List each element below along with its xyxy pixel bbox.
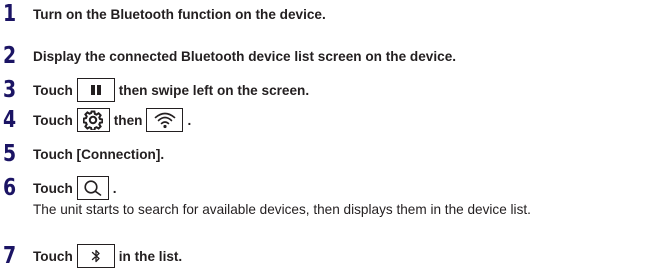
pause-button[interactable]	[76, 78, 115, 102]
step-text: Touch in the list.	[33, 243, 182, 269]
bluetooth-icon	[91, 249, 100, 263]
pause-icon	[90, 85, 101, 95]
step-text: Turn on the Bluetooth function on the de…	[33, 1, 326, 27]
step-3-after-label: then swipe left on the screen.	[118, 82, 310, 98]
wifi-button[interactable]	[146, 108, 184, 132]
step-number: 7	[3, 243, 16, 269]
instruction-steps: 1 Turn on the Bluetooth function on the …	[0, 0, 670, 269]
step-5-text: Touch [Connection].	[33, 146, 165, 162]
step-4-then-label: then	[113, 112, 143, 128]
step-text: Display the connected Bluetooth device l…	[33, 43, 456, 69]
step-6-touch-label: Touch	[33, 180, 73, 196]
step-text: Touch then swipe left on the screen.	[33, 77, 309, 103]
step-6-end: .	[112, 180, 117, 196]
search-icon	[84, 180, 102, 196]
bluetooth-button[interactable]	[76, 244, 115, 268]
step-text: Touch then .	[33, 107, 191, 133]
step-number: 6	[3, 175, 16, 201]
step-1-text: Turn on the Bluetooth function on the de…	[33, 6, 326, 22]
step-number: 1	[3, 1, 16, 27]
step-7-touch-label: Touch	[33, 248, 73, 264]
step-number: 3	[3, 77, 16, 103]
settings-button[interactable]	[76, 108, 110, 132]
step-4-end: .	[187, 112, 192, 128]
step-number: 2	[3, 43, 16, 69]
step-text: Touch .	[33, 175, 117, 201]
step-3-touch-label: Touch	[33, 82, 73, 98]
wifi-icon	[154, 112, 176, 129]
step-number: 4	[3, 107, 16, 133]
step-7-after-label: in the list.	[118, 248, 183, 264]
step-number: 5	[3, 141, 16, 167]
gear-icon	[83, 110, 104, 130]
step-text: Touch [Connection].	[33, 141, 164, 167]
search-button[interactable]	[76, 176, 109, 200]
step-4-touch-label: Touch	[33, 112, 73, 128]
step-2-text: Display the connected Bluetooth device l…	[33, 48, 457, 64]
step-6-note: The unit starts to search for available …	[33, 202, 531, 217]
